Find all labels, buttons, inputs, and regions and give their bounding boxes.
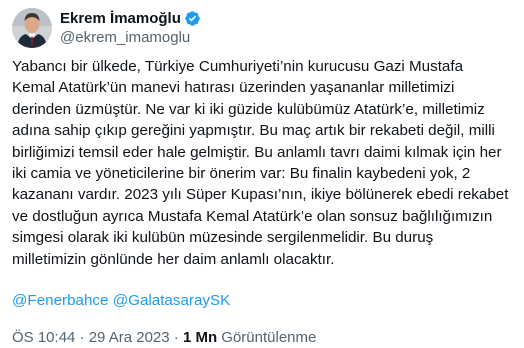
mention-link-galatasaray[interactable]: @GalatasaraySK <box>113 292 231 309</box>
verified-badge-icon[interactable] <box>184 10 201 27</box>
tweet-text: Yabancı bir ülkede, Türkiye Cumhuriyeti’… <box>12 58 509 268</box>
views-count: 1 Mn <box>182 329 218 346</box>
tweet-timestamp[interactable]: ÖS 10:44 · 29 Ara 2023 · <box>12 329 183 346</box>
author-handle[interactable]: @ekrem_imamoglu <box>60 28 201 47</box>
author-names: Ekrem İmamoğlu @ekrem_imamoglu <box>60 9 201 47</box>
display-name-row: Ekrem İmamoğlu <box>60 9 201 28</box>
tweet-mentions: @Fenerbahce @GalatasaraySK <box>12 291 230 311</box>
tweet-meta: ÖS 10:44 · 29 Ara 2023 · 1 Mn Görüntülen… <box>12 328 316 348</box>
tweet-header: Ekrem İmamoğlu @ekrem_imamoglu <box>12 8 201 48</box>
views-label: Görüntülenme <box>217 329 317 346</box>
display-name[interactable]: Ekrem İmamoğlu <box>60 9 181 28</box>
avatar[interactable] <box>12 8 52 48</box>
mention-link-fenerbahce[interactable]: @Fenerbahce <box>12 292 108 309</box>
avatar-image <box>12 8 52 48</box>
